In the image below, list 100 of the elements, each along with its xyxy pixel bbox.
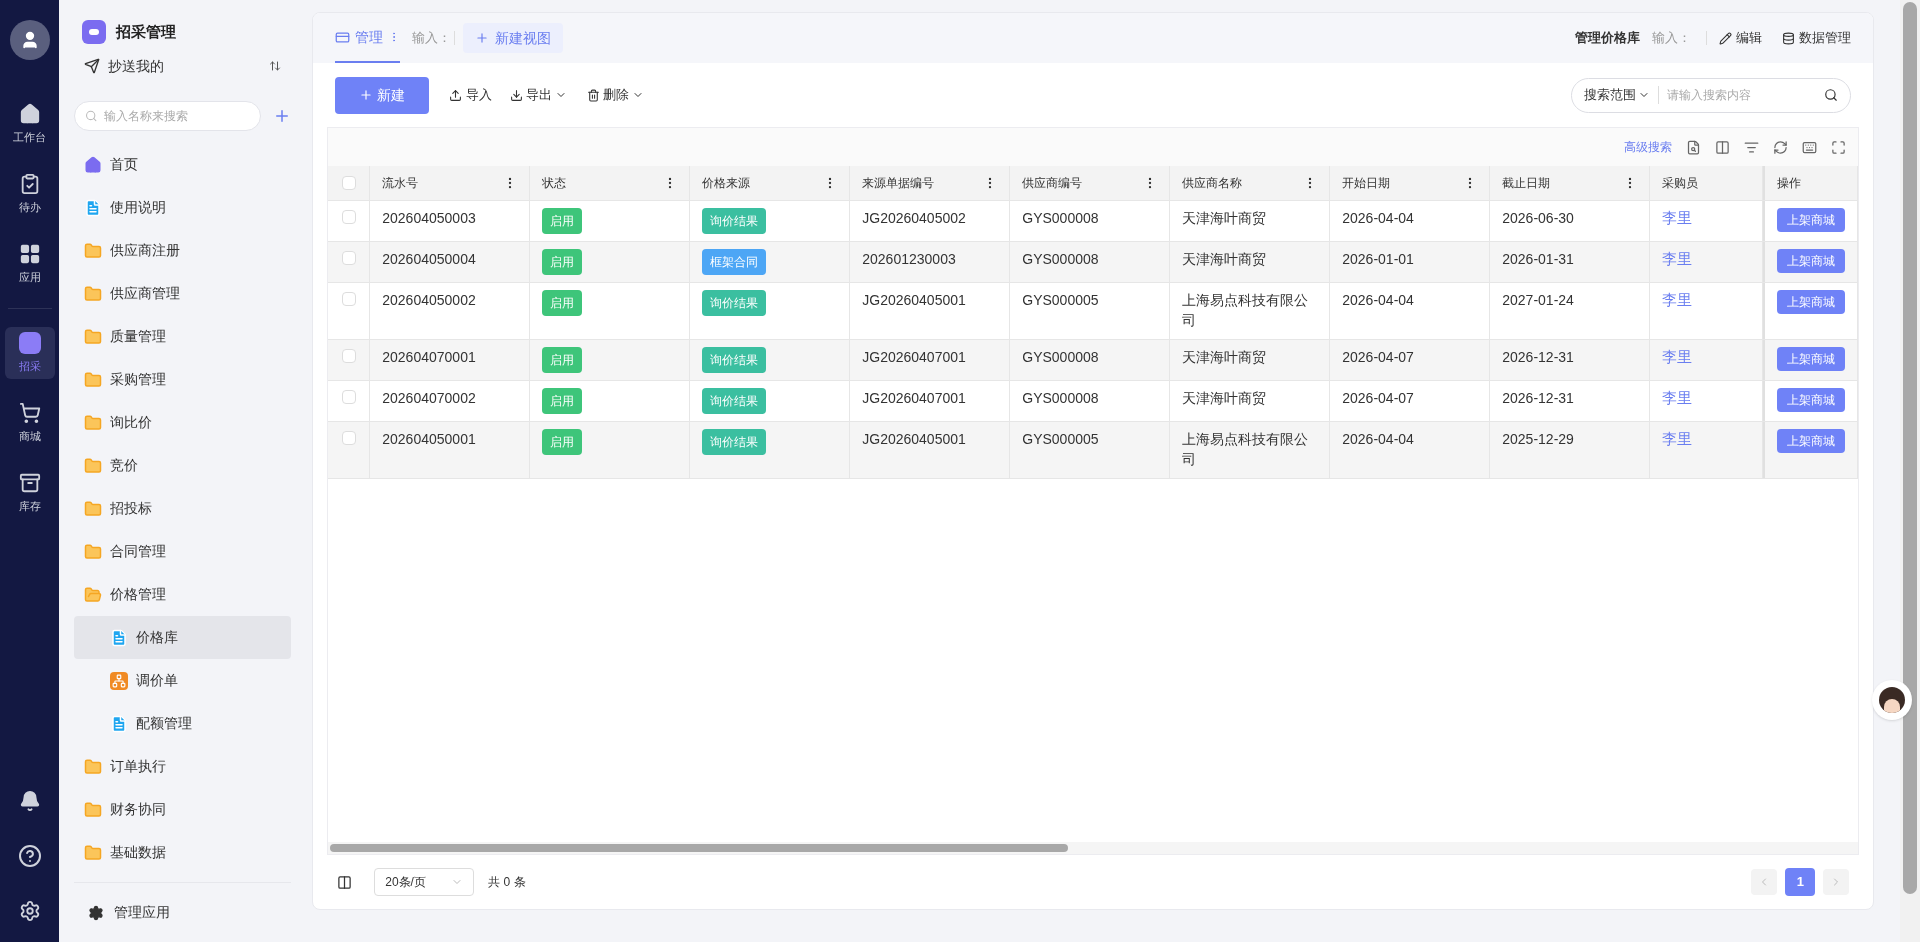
vertical-scrollbar[interactable] bbox=[1903, 2, 1917, 894]
sidebar-item[interactable]: 调价单 bbox=[74, 659, 292, 702]
org-chart-icon bbox=[110, 671, 129, 690]
table-cell: 2026-04-07 bbox=[1342, 390, 1414, 406]
horizontal-scrollbar[interactable] bbox=[330, 844, 1069, 852]
document-icon bbox=[110, 628, 129, 647]
sidebar-item[interactable]: 基础数据 bbox=[74, 831, 292, 874]
sidebar-item[interactable]: 招投标 bbox=[74, 487, 292, 530]
folder-icon bbox=[84, 843, 103, 862]
settings-icon bbox=[88, 904, 105, 921]
source-tag: 询价结果 bbox=[702, 290, 767, 316]
rail-item[interactable]: 招采 bbox=[4, 327, 55, 379]
row-checkbox[interactable] bbox=[341, 251, 356, 265]
column-header: 采购员 bbox=[1662, 175, 1699, 192]
select-all-checkbox[interactable] bbox=[341, 176, 356, 190]
sidebar-item[interactable]: 竞价 bbox=[74, 444, 292, 487]
sidebar-item[interactable]: 供应商注册 bbox=[74, 229, 292, 272]
plus-icon bbox=[359, 88, 374, 102]
row-checkbox[interactable] bbox=[341, 431, 356, 445]
page-size-dropdown[interactable]: 20条/页 bbox=[374, 868, 475, 896]
sidebar-item[interactable]: 首页 bbox=[74, 143, 292, 186]
avatar-icon[interactable] bbox=[9, 20, 50, 60]
advanced-search-link[interactable]: 高级搜索 bbox=[1624, 138, 1673, 156]
sidebar-item[interactable]: 配额管理 bbox=[74, 702, 292, 745]
bell-icon[interactable] bbox=[18, 790, 41, 812]
view-tab[interactable]: 管理 bbox=[335, 13, 401, 63]
sidebar-item[interactable]: 采购管理 bbox=[74, 358, 292, 401]
settings-icon[interactable] bbox=[18, 900, 41, 922]
delete-button[interactable]: 删除 bbox=[587, 85, 645, 105]
row-checkbox[interactable] bbox=[341, 390, 356, 404]
sidebar-item[interactable]: 询比价 bbox=[74, 401, 292, 444]
column-header: 操作 bbox=[1777, 175, 1802, 192]
document-icon bbox=[110, 714, 129, 733]
help-icon[interactable] bbox=[17, 844, 42, 868]
sidebar-item[interactable]: 抄送我的 bbox=[108, 57, 165, 75]
sidebar-item[interactable]: 价格管理 bbox=[74, 573, 292, 616]
plus-icon bbox=[475, 31, 490, 45]
table-cell: 天津海叶商贸 bbox=[1182, 349, 1267, 365]
file-search-icon[interactable] bbox=[1686, 139, 1702, 155]
export-button[interactable]: 导出 bbox=[510, 85, 568, 105]
page-title: 管理价格库 bbox=[1575, 29, 1641, 48]
buyer-link[interactable]: 李里 bbox=[1662, 291, 1693, 308]
search-field[interactable]: 输入名称来搜索 bbox=[74, 101, 262, 131]
title-input-field[interactable]: 输入： bbox=[1652, 28, 1695, 48]
sidebar-item[interactable]: 订单执行 bbox=[74, 745, 292, 788]
rail-item[interactable]: 待办 bbox=[4, 168, 55, 220]
status-tag: 启用 bbox=[542, 388, 583, 414]
column-header: 截止日期 bbox=[1502, 175, 1551, 192]
columns-icon[interactable] bbox=[1715, 139, 1731, 155]
table-cell: 2026-01-01 bbox=[1342, 251, 1414, 267]
keyboard-icon[interactable] bbox=[1802, 139, 1818, 155]
table-cell: 2026-04-04 bbox=[1342, 292, 1414, 308]
list-filter-icon[interactable] bbox=[1744, 139, 1760, 155]
folder-icon bbox=[84, 757, 103, 776]
folder-icon bbox=[84, 413, 103, 432]
refresh-icon[interactable] bbox=[1773, 139, 1789, 155]
rail-item[interactable]: 商城 bbox=[4, 397, 55, 449]
search-input[interactable]: 输入名称来搜索 bbox=[103, 107, 251, 125]
column-header: 供应商名称 bbox=[1182, 175, 1243, 192]
rail-item[interactable]: 库存 bbox=[4, 467, 55, 519]
table-cell: 202604050003 bbox=[382, 210, 476, 226]
data-manage-button[interactable]: 数据管理 bbox=[1782, 28, 1852, 48]
search-scope-dropdown[interactable]: 搜索范围 bbox=[1584, 85, 1651, 105]
buyer-link[interactable]: 李里 bbox=[1662, 389, 1693, 406]
column-header: 来源单据编号 bbox=[862, 175, 935, 192]
sidebar-item[interactable]: 价格库 bbox=[74, 616, 292, 659]
search-icon[interactable] bbox=[1824, 88, 1839, 102]
row-checkbox[interactable] bbox=[341, 210, 356, 224]
row-checkbox[interactable] bbox=[341, 292, 356, 306]
buyer-link[interactable]: 李里 bbox=[1662, 209, 1693, 226]
column-header: 开始日期 bbox=[1342, 175, 1391, 192]
table-cell: 天津海叶商贸 bbox=[1182, 210, 1267, 226]
status-tag: 启用 bbox=[542, 347, 583, 373]
sidebar-item[interactable]: 合同管理 bbox=[74, 530, 292, 573]
source-tag: 询价结果 bbox=[702, 208, 767, 234]
folder-icon bbox=[84, 499, 103, 518]
status-tag: 启用 bbox=[542, 290, 583, 316]
fullscreen-icon[interactable] bbox=[1831, 139, 1847, 155]
rail-item[interactable]: 工作台 bbox=[4, 98, 55, 150]
rail-item[interactable]: 应用 bbox=[4, 238, 55, 290]
search-input[interactable]: 请输入搜索内容 bbox=[1667, 86, 1817, 104]
row-checkbox[interactable] bbox=[341, 349, 356, 363]
table-cell: 202604050004 bbox=[382, 251, 476, 267]
import-button[interactable]: 导入 bbox=[449, 85, 493, 105]
manage-apps-link[interactable]: 管理应用 bbox=[114, 902, 171, 923]
sidebar-item[interactable]: 供应商管理 bbox=[74, 272, 292, 315]
sidebar-item[interactable]: 质量管理 bbox=[74, 315, 292, 358]
app-logo-icon bbox=[18, 331, 41, 354]
status-tag: 启用 bbox=[542, 208, 583, 234]
cart-icon bbox=[18, 401, 41, 424]
folder-icon bbox=[84, 284, 103, 303]
table-cell: 202604050002 bbox=[382, 292, 476, 308]
table-cell: 天津海叶商贸 bbox=[1182, 251, 1267, 267]
table-cell: GYS000008 bbox=[1022, 210, 1099, 226]
sidebar-item[interactable]: 使用说明 bbox=[74, 186, 292, 229]
sidebar-item[interactable]: 财务协同 bbox=[74, 788, 292, 831]
table-cell: 2026-04-04 bbox=[1342, 431, 1414, 447]
view-name-field[interactable]: 输入： bbox=[412, 28, 455, 48]
edit-button[interactable]: 编辑 bbox=[1719, 28, 1763, 48]
source-tag: 框架合同 bbox=[702, 249, 767, 275]
